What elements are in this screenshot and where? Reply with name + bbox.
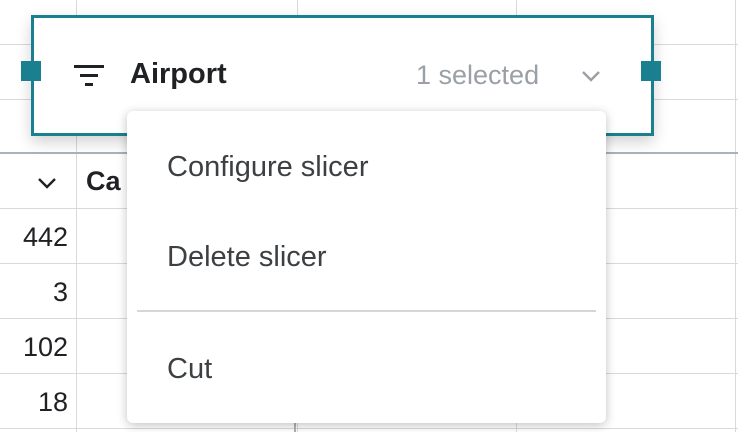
table-header-border [600, 152, 738, 154]
cell-value[interactable]: 442 [0, 224, 68, 251]
slicer-resize-handle-left[interactable] [21, 61, 41, 81]
slicer-context-menu: Configure slicer Delete slicer Cut [127, 111, 606, 423]
filter-icon [74, 65, 104, 86]
chevron-down-icon[interactable] [580, 66, 602, 86]
menu-divider [137, 310, 596, 312]
cell-value[interactable]: 3 [0, 279, 68, 306]
slicer-selection-status[interactable]: 1 selected [416, 60, 539, 91]
cell-value[interactable]: 18 [0, 389, 68, 416]
table-header-border [0, 152, 130, 154]
cell-value[interactable]: 102 [0, 334, 68, 361]
column-dropdown-chevron-icon[interactable] [34, 170, 60, 196]
slicer-resize-handle-right[interactable] [641, 61, 661, 81]
slicer-title: Airport [130, 58, 227, 90]
menu-item-cut[interactable]: Cut [127, 339, 606, 399]
menu-item-delete-slicer[interactable]: Delete slicer [127, 227, 606, 287]
column-header-label[interactable]: Ca [86, 168, 121, 195]
grid-column-line [735, 0, 736, 432]
menu-item-configure-slicer[interactable]: Configure slicer [127, 137, 606, 197]
grid-row-line [0, 428, 738, 429]
